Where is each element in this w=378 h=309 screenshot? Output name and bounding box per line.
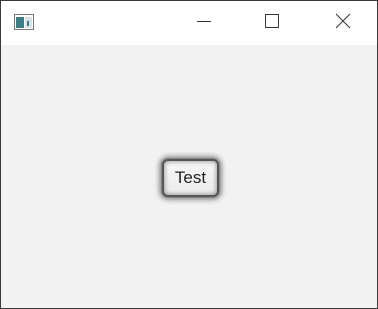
content-area: Test <box>1 45 377 308</box>
app-icon <box>14 14 34 30</box>
minimize-icon <box>196 13 212 33</box>
close-button[interactable] <box>320 1 366 45</box>
maximize-button[interactable] <box>249 1 295 45</box>
app-window: Test <box>0 0 378 309</box>
maximize-icon <box>264 13 280 33</box>
title-bar[interactable] <box>1 1 377 45</box>
test-button[interactable]: Test <box>162 159 219 197</box>
minimize-button[interactable] <box>181 1 227 45</box>
close-icon <box>335 13 351 33</box>
